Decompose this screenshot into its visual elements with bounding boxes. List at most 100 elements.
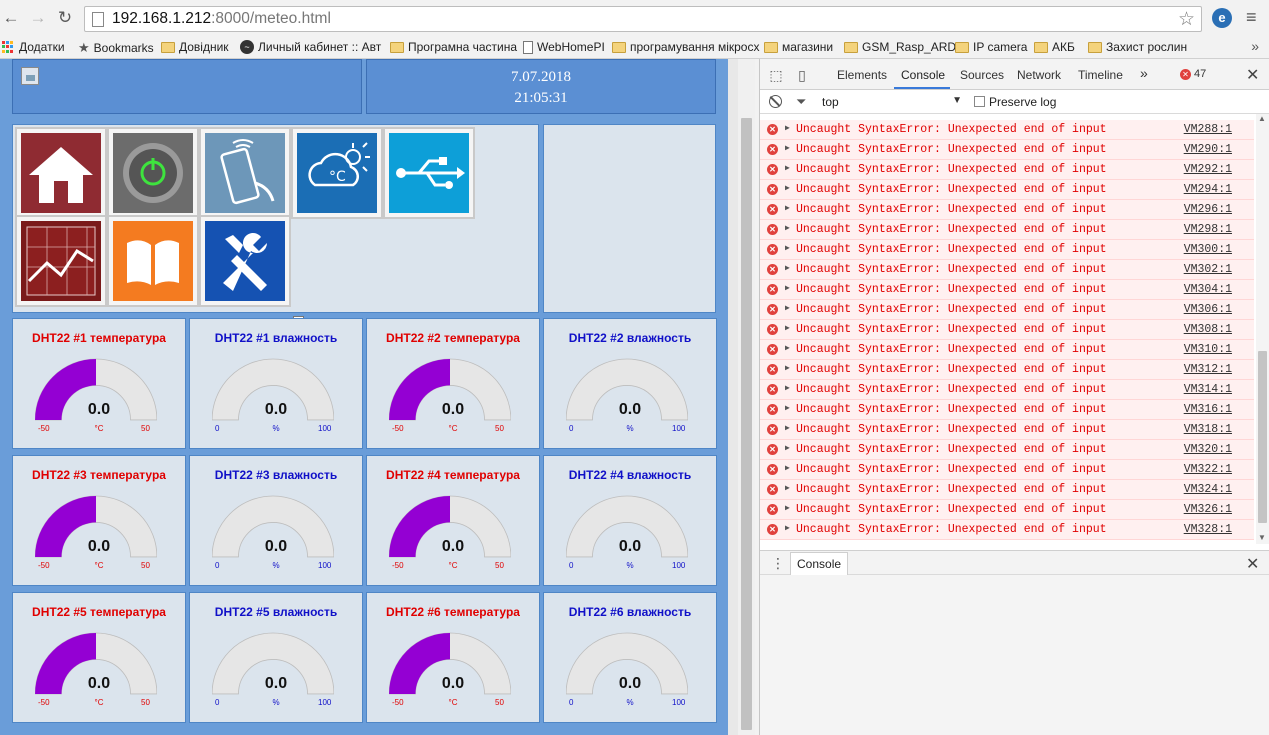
- console-error-row[interactable]: ✕ ▶ Uncaught SyntaxError: Unexpected end o…: [760, 500, 1254, 520]
- console-error-row[interactable]: ✕ ▶ Uncaught SyntaxError: Unexpected end o…: [760, 180, 1254, 200]
- error-source-link[interactable]: VM322:1: [1184, 463, 1232, 476]
- back-arrow-icon[interactable]: ←: [2, 9, 20, 27]
- tab-sources[interactable]: Sources: [960, 68, 1004, 82]
- console-scrollbar-thumb[interactable]: [1258, 351, 1267, 523]
- tile-remote[interactable]: [199, 127, 291, 219]
- tile-power[interactable]: [107, 127, 199, 219]
- expand-triangle-icon[interactable]: ▶: [785, 283, 790, 293]
- expand-triangle-icon[interactable]: ▶: [785, 523, 790, 533]
- expand-triangle-icon[interactable]: ▶: [785, 123, 790, 133]
- bookmark-star-icon[interactable]: ☆: [1178, 8, 1195, 31]
- bookmark-item[interactable]: магазини: [764, 40, 833, 54]
- device-mode-icon[interactable]: ▯: [794, 67, 810, 83]
- drawer-console-body[interactable]: [760, 575, 1269, 735]
- address-url[interactable]: 192.168.1.212:8000/meteo.html: [112, 10, 331, 28]
- bookmark-item[interactable]: програмування мікросх: [612, 40, 759, 54]
- console-error-row[interactable]: ✕ ▶ Uncaught SyntaxError: Unexpected end o…: [760, 360, 1254, 380]
- bookmark-item[interactable]: IP camera: [955, 40, 1027, 54]
- expand-triangle-icon[interactable]: ▶: [785, 183, 790, 193]
- error-source-link[interactable]: VM290:1: [1184, 143, 1232, 156]
- error-source-link[interactable]: VM318:1: [1184, 423, 1232, 436]
- error-source-link[interactable]: VM288:1: [1184, 123, 1232, 136]
- bookmark-item[interactable]: Додатки: [2, 40, 65, 54]
- forward-arrow-icon[interactable]: →: [29, 9, 47, 27]
- filter-icon[interactable]: ⏷: [796, 94, 806, 110]
- expand-triangle-icon[interactable]: ▶: [785, 303, 790, 313]
- drawer-menu-icon[interactable]: ⋮: [771, 555, 785, 572]
- drawer-tab-console[interactable]: Console: [790, 552, 849, 575]
- error-source-link[interactable]: VM292:1: [1184, 163, 1232, 176]
- tile-home[interactable]: [15, 127, 107, 219]
- error-source-link[interactable]: VM294:1: [1184, 183, 1232, 196]
- error-source-link[interactable]: VM306:1: [1184, 303, 1232, 316]
- tab-elements[interactable]: Elements: [837, 68, 887, 82]
- console-error-row[interactable]: ✕ ▶ Uncaught SyntaxError: Unexpected end o…: [760, 520, 1254, 540]
- reload-icon[interactable]: ↻: [56, 9, 74, 27]
- console-error-row[interactable]: ✕ ▶ Uncaught SyntaxError: Unexpected end o…: [760, 420, 1254, 440]
- address-bar[interactable]: 192.168.1.212:8000/meteo.html ☆: [84, 6, 1202, 32]
- tab-console[interactable]: Console: [901, 68, 945, 82]
- clear-console-icon[interactable]: [769, 95, 782, 108]
- extension-icon[interactable]: e: [1212, 8, 1232, 28]
- tile-tools[interactable]: [199, 215, 291, 307]
- bookmark-item[interactable]: АКБ: [1034, 40, 1075, 54]
- tile-weather[interactable]: °C: [291, 127, 383, 219]
- expand-triangle-icon[interactable]: ▶: [785, 443, 790, 453]
- console-error-row[interactable]: ✕ ▶ Uncaught SyntaxError: Unexpected end o…: [760, 200, 1254, 220]
- inspect-icon[interactable]: ⬚: [768, 67, 784, 83]
- expand-triangle-icon[interactable]: ▶: [785, 203, 790, 213]
- bookmark-item[interactable]: Довідник: [161, 40, 229, 54]
- tab-network[interactable]: Network: [1017, 68, 1061, 82]
- bookmark-item[interactable]: ★ Bookmarks: [78, 40, 154, 56]
- tab-timeline[interactable]: Timeline: [1078, 68, 1123, 82]
- expand-triangle-icon[interactable]: ▶: [785, 263, 790, 273]
- error-source-link[interactable]: VM308:1: [1184, 323, 1232, 336]
- error-source-link[interactable]: VM300:1: [1184, 243, 1232, 256]
- error-source-link[interactable]: VM298:1: [1184, 223, 1232, 236]
- error-source-link[interactable]: VM326:1: [1184, 503, 1232, 516]
- scroll-down-icon[interactable]: ▼: [1258, 533, 1266, 542]
- tile-usb[interactable]: [383, 127, 475, 219]
- expand-triangle-icon[interactable]: ▶: [785, 403, 790, 413]
- tile-book[interactable]: [107, 215, 199, 307]
- console-error-row[interactable]: ✕ ▶ Uncaught SyntaxError: Unexpected end o…: [760, 280, 1254, 300]
- menu-icon[interactable]: ≡: [1246, 7, 1257, 28]
- bookmark-item[interactable]: Захист рослин: [1088, 40, 1187, 54]
- expand-triangle-icon[interactable]: ▶: [785, 323, 790, 333]
- expand-triangle-icon[interactable]: ▶: [785, 463, 790, 473]
- context-select[interactable]: top ▼: [822, 95, 962, 110]
- console-error-row[interactable]: ✕ ▶ Uncaught SyntaxError: Unexpected end o…: [760, 220, 1254, 240]
- preserve-log-label[interactable]: Preserve log: [989, 95, 1056, 109]
- error-source-link[interactable]: VM316:1: [1184, 403, 1232, 416]
- console-error-row[interactable]: ✕ ▶ Uncaught SyntaxError: Unexpected end o…: [760, 400, 1254, 420]
- console-error-row[interactable]: ✕ ▶ Uncaught SyntaxError: Unexpected end o…: [760, 380, 1254, 400]
- close-icon[interactable]: ✕: [1246, 65, 1259, 85]
- console-error-row[interactable]: ✕ ▶ Uncaught SyntaxError: Unexpected end o…: [760, 240, 1254, 260]
- drawer-close-icon[interactable]: ✕: [1246, 554, 1259, 574]
- bookmark-item[interactable]: WebHomePI: [523, 40, 605, 54]
- error-source-link[interactable]: VM324:1: [1184, 483, 1232, 496]
- error-source-link[interactable]: VM312:1: [1184, 363, 1232, 376]
- expand-triangle-icon[interactable]: ▶: [785, 243, 790, 253]
- tile-chart[interactable]: [15, 215, 107, 307]
- error-source-link[interactable]: VM310:1: [1184, 343, 1232, 356]
- error-source-link[interactable]: VM296:1: [1184, 203, 1232, 216]
- error-source-link[interactable]: VM304:1: [1184, 283, 1232, 296]
- bookmark-item[interactable]: Програмна частина: [390, 40, 517, 54]
- console-error-row[interactable]: ✕ ▶ Uncaught SyntaxError: Unexpected end o…: [760, 320, 1254, 340]
- error-count-badge[interactable]: ✕ 47: [1180, 68, 1206, 80]
- console-error-row[interactable]: ✕ ▶ Uncaught SyntaxError: Unexpected end o…: [760, 260, 1254, 280]
- page-scrollbar-thumb[interactable]: [741, 118, 752, 730]
- expand-triangle-icon[interactable]: ▶: [785, 143, 790, 153]
- expand-triangle-icon[interactable]: ▶: [785, 383, 790, 393]
- expand-triangle-icon[interactable]: ▶: [785, 163, 790, 173]
- expand-triangle-icon[interactable]: ▶: [785, 343, 790, 353]
- console-error-row[interactable]: ✕ ▶ Uncaught SyntaxError: Unexpected end o…: [760, 440, 1254, 460]
- console-error-row[interactable]: ✕ ▶ Uncaught SyntaxError: Unexpected end o…: [760, 160, 1254, 180]
- bookmark-item[interactable]: ~ Личный кабинет :: Авт: [240, 40, 381, 54]
- error-source-link[interactable]: VM302:1: [1184, 263, 1232, 276]
- expand-triangle-icon[interactable]: ▶: [785, 483, 790, 493]
- console-error-row[interactable]: ✕ ▶ Uncaught SyntaxError: Unexpected end o…: [760, 460, 1254, 480]
- error-source-link[interactable]: VM328:1: [1184, 523, 1232, 536]
- console-error-row[interactable]: ✕ ▶ Uncaught SyntaxError: Unexpected end o…: [760, 480, 1254, 500]
